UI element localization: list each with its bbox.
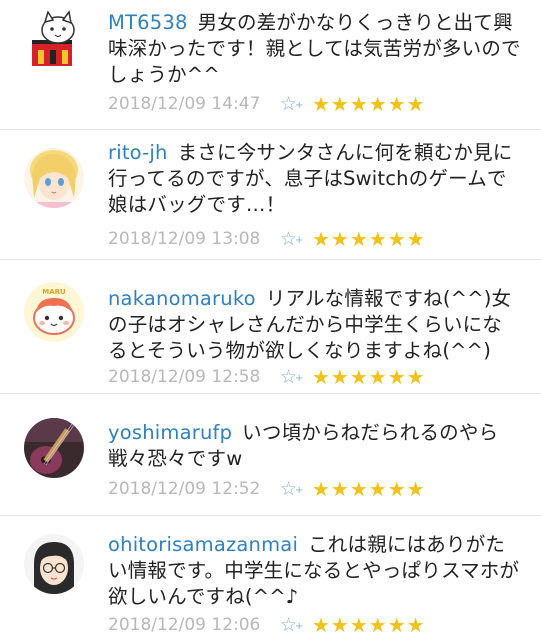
comment-date: 2018/12/09 13:08 xyxy=(108,229,261,249)
comment-item: ohitorisamazanmai これは親にはありがたい情報です。中学生になると… xyxy=(0,516,541,640)
comment-username[interactable]: ohitorisamazanmai xyxy=(108,533,298,556)
add-star-icon[interactable]: ☆ + xyxy=(280,228,312,250)
star-rating: ★★★★★★ xyxy=(312,477,426,501)
comment-username[interactable]: yoshimarufp xyxy=(108,421,232,444)
comment-body: MT6538 男女の差がかなりくっきりと出て興味深かったです！親としては気苦労が多… xyxy=(108,10,521,88)
star-rating: ★★★★★★ xyxy=(312,227,426,251)
comment-date: 2018/12/09 12:58 xyxy=(108,367,261,387)
star-rating: ★★★★★★ xyxy=(312,365,426,389)
add-star-icon[interactable]: ☆ + xyxy=(280,478,312,500)
star-rating: ★★★★★★ xyxy=(312,92,426,116)
svg-text:MARU: MARU xyxy=(42,288,66,296)
comment-item: MARU nakanomaruko リアルな情報ですね(^^)女の子はオシャレさん… xyxy=(0,260,541,394)
comment-username[interactable]: MT6538 xyxy=(108,11,188,34)
comment-meta: 2018/12/09 12:58 ☆ + ★★★★★★ xyxy=(108,364,426,390)
comment-item: MT6538 男女の差がかなりくっきりと出て興味深かったです！親としては気苦労が多… xyxy=(0,0,541,130)
comment-username[interactable]: rito-jh xyxy=(108,141,168,164)
comment-username[interactable]: nakanomaruko xyxy=(108,287,256,310)
comment-list: MT6538 男女の差がかなりくっきりと出て興味深かったです！親としては気苦労が多… xyxy=(0,0,541,640)
comment-body: ohitorisamazanmai これは親にはありがたい情報です。中学生になると… xyxy=(108,532,521,610)
comment-meta: 2018/12/09 13:08 ☆ + ★★★★★★ xyxy=(108,226,426,252)
maru-character-avatar[interactable]: MARU xyxy=(24,282,84,342)
comment-text: まさに今サンタさんに何を頼むか見に行ってるのですが、息子はSwitchのゲームで… xyxy=(108,141,513,216)
comment-meta: 2018/12/09 12:52 ☆ + ★★★★★★ xyxy=(108,476,426,502)
comment-meta: 2018/12/09 14:47 ☆ + ★★★★★★ xyxy=(108,91,426,117)
add-star-icon[interactable]: ☆ + xyxy=(280,93,312,115)
comment-item: yoshimarufp いつ頃からねだられるのやら戦々恐々ですw 2018/12/… xyxy=(0,394,541,516)
guitar-avatar[interactable] xyxy=(24,418,84,478)
star-rating: ★★★★★★ xyxy=(312,613,426,637)
comment-meta: 2018/12/09 12:06 ☆ + ★★★★★★ xyxy=(108,612,426,638)
comment-date: 2018/12/09 12:52 xyxy=(108,479,261,499)
comment-date: 2018/12/09 14:47 xyxy=(108,94,261,114)
add-star-icon[interactable]: ☆ + xyxy=(280,614,312,636)
comment-body: rito-jh まさに今サンタさんに何を頼むか見に行ってるのですが、息子はSwit… xyxy=(108,140,521,218)
comment-item: rito-jh まさに今サンタさんに何を頼むか見に行ってるのですが、息子はSwit… xyxy=(0,130,541,260)
comment-body: nakanomaruko リアルな情報ですね(^^)女の子はオシャレさんだから中学… xyxy=(108,286,521,364)
add-star-icon[interactable]: ☆ + xyxy=(280,366,312,388)
cat-box-avatar[interactable] xyxy=(24,10,84,70)
comment-date: 2018/12/09 12:06 xyxy=(108,615,261,635)
comment-body: yoshimarufp いつ頃からねだられるのやら戦々恐々ですw xyxy=(108,420,521,472)
anime-girl-avatar[interactable] xyxy=(24,148,84,208)
glasses-woman-avatar[interactable] xyxy=(24,534,84,594)
